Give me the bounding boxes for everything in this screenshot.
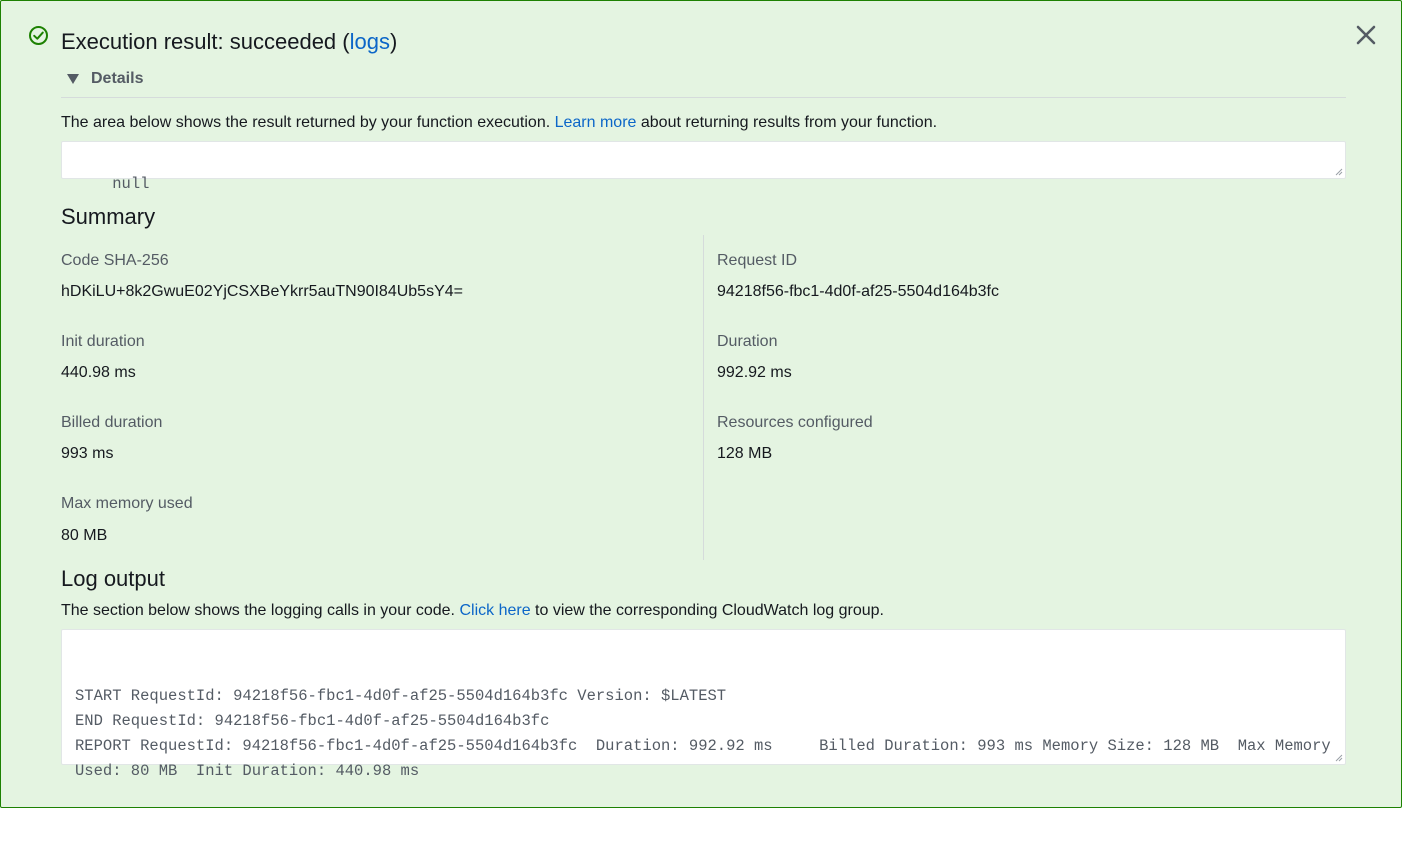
click-here-link[interactable]: Click here — [459, 602, 530, 619]
code-sha-label: Code SHA-256 — [61, 252, 169, 269]
execution-result-panel: Execution result: succeeded (logs) Detai… — [0, 0, 1402, 808]
details-divider — [61, 97, 1346, 98]
title-prefix: Execution result: succeeded ( — [61, 29, 350, 54]
result-output-value: null — [112, 175, 150, 193]
log-description-text: The section below shows the logging call… — [61, 602, 460, 619]
result-description-text: The area below shows the result returned… — [61, 114, 555, 131]
resources-configured-label: Resources configured — [717, 414, 873, 431]
logs-link[interactable]: logs — [350, 29, 390, 54]
learn-more-link[interactable]: Learn more — [555, 114, 637, 131]
details-label: Details — [91, 70, 144, 87]
log-output-heading: Log output — [61, 566, 165, 591]
execution-result-title: Execution result: succeeded (logs) — [61, 28, 397, 56]
log-output-description: The section below shows the logging call… — [61, 601, 884, 621]
details-toggle[interactable]: Details — [67, 69, 143, 89]
max-memory-value: 80 MB — [61, 527, 108, 544]
summary-heading: Summary — [61, 204, 156, 229]
billed-duration-label: Billed duration — [61, 414, 163, 431]
max-memory-label: Max memory used — [61, 495, 193, 512]
init-duration-label: Init duration — [61, 333, 145, 350]
code-sha-value: hDKiLU+8k2GwuE02YjCSXBeYkrr5auTN90I84Ub5… — [61, 283, 463, 300]
log-output-lines: START RequestId: 94218f56-fbc1-4d0f-af25… — [75, 687, 1331, 780]
duration-label: Duration — [717, 333, 778, 350]
result-output-textarea[interactable]: null — [61, 141, 1346, 193]
close-button[interactable] — [1354, 23, 1378, 47]
resources-configured-value: 128 MB — [717, 445, 773, 462]
title-suffix: ) — [389, 29, 398, 54]
request-id-value: 94218f56-fbc1-4d0f-af25-5504d164b3fc — [717, 283, 999, 300]
result-description-text-end: about returning results from your functi… — [636, 114, 938, 131]
log-output-textarea[interactable]: START RequestId: 94218f56-fbc1-4d0f-af25… — [61, 629, 1346, 780]
init-duration-value: 440.98 ms — [61, 364, 136, 381]
request-id-label: Request ID — [717, 252, 798, 269]
log-description-text-end: to view the corresponding CloudWatch log… — [530, 602, 884, 619]
result-description: The area below shows the result returned… — [61, 113, 937, 133]
check-circle-icon — [28, 25, 49, 46]
caret-down-icon — [67, 74, 79, 84]
duration-value: 992.92 ms — [717, 364, 792, 381]
close-icon — [1356, 25, 1376, 45]
resize-grip-icon[interactable] — [1335, 754, 1343, 762]
resize-grip-icon[interactable] — [1335, 168, 1343, 176]
summary-column-divider — [703, 235, 704, 560]
billed-duration-value: 993 ms — [61, 445, 114, 462]
